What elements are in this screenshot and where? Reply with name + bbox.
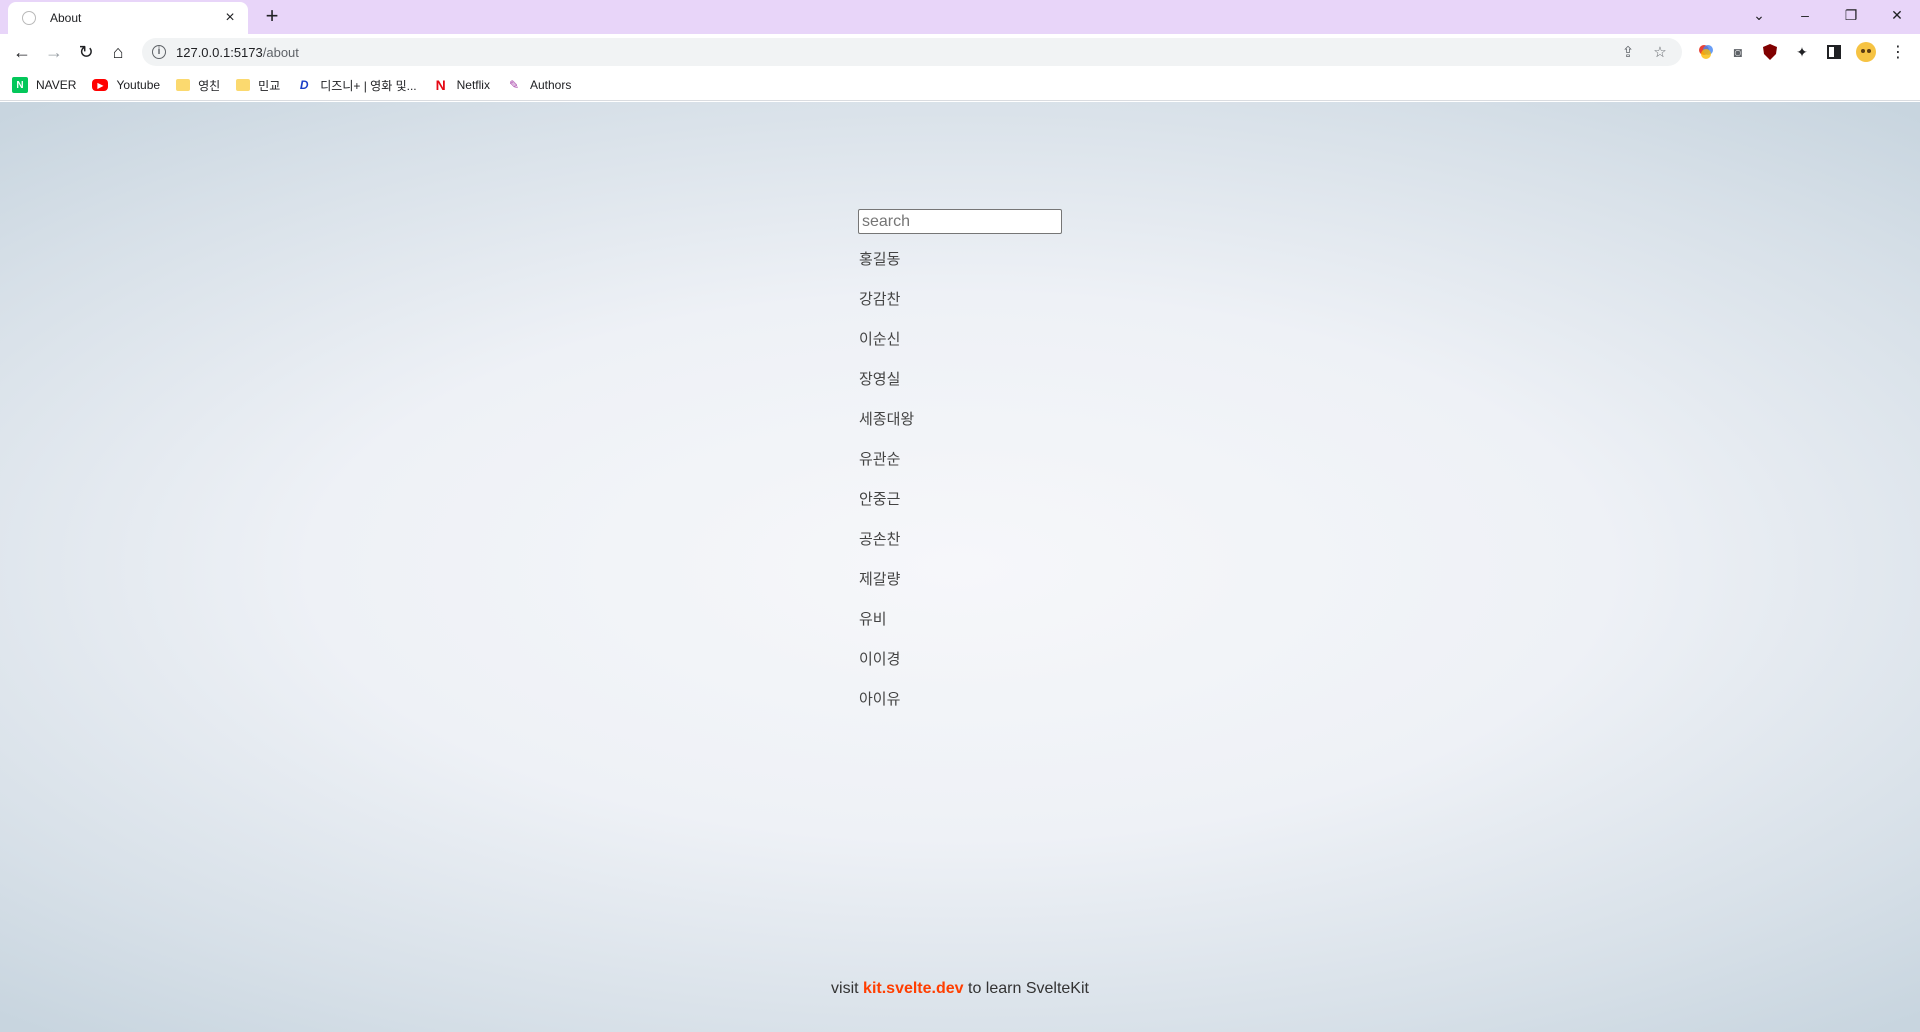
list-item: 유비 — [859, 610, 887, 628]
list-item: 강감찬 — [859, 290, 901, 308]
page-content: 홍길동 강감찬 이순신 장영실 세종대왕 유관순 안중근 공손찬 제갈량 유비 … — [0, 102, 1920, 1032]
ublock-icon[interactable] — [1760, 42, 1780, 62]
extensions-puzzle-icon[interactable]: ✦ — [1792, 42, 1812, 62]
list-item: 안중근 — [859, 490, 901, 508]
forward-button[interactable]: → — [40, 38, 68, 66]
bookmark-authors[interactable]: ✎ Authors — [506, 73, 571, 97]
svelte-kit-link[interactable]: kit.svelte.dev — [863, 980, 964, 997]
restore-button[interactable]: ❐ — [1828, 0, 1874, 30]
share-icon[interactable]: ⇪ — [1616, 40, 1640, 64]
globe-icon — [22, 11, 36, 25]
bookmark-naver[interactable]: N NAVER — [12, 73, 76, 97]
list-item: 유관순 — [859, 450, 901, 468]
close-window-button[interactable]: ✕ — [1874, 0, 1920, 30]
netflix-icon: N — [435, 77, 446, 93]
address-bar[interactable]: i 127.0.0.1:5173/about ⇪ ☆ — [142, 38, 1682, 66]
list-item: 이이경 — [859, 650, 901, 668]
list-item: 세종대왕 — [859, 410, 915, 428]
people-list: 홍길동 강감찬 이순신 장영실 세종대왕 유관순 안중근 공손찬 제갈량 유비 … — [859, 247, 914, 727]
bookmark-netflix[interactable]: N Netflix — [433, 73, 490, 97]
site-info-icon[interactable]: i — [152, 45, 166, 59]
bookmark-youtube[interactable]: ▶ Youtube — [92, 73, 160, 97]
list-item: 홍길동 — [859, 250, 901, 268]
disney-icon: D — [299, 78, 309, 92]
search-input[interactable] — [858, 209, 1062, 234]
tab-search-button[interactable]: ⌄ — [1736, 0, 1782, 30]
list-item: 공손찬 — [859, 530, 901, 548]
bookmark-folder-2[interactable]: 민교 — [236, 73, 280, 97]
folder-icon — [236, 79, 251, 91]
tab-close-icon[interactable]: × — [222, 10, 238, 26]
list-item: 아이유 — [859, 690, 901, 708]
bookmark-star-icon[interactable]: ☆ — [1648, 40, 1672, 64]
youtube-icon: ▶ — [92, 79, 109, 91]
list-item: 장영실 — [859, 370, 901, 388]
minimize-button[interactable]: – — [1782, 0, 1828, 30]
browser-toolbar: ← → ↻ ⌂ i 127.0.0.1:5173/about ⇪ ☆ ◙ ✦ ⋮ — [0, 34, 1920, 70]
list-item: 제갈량 — [859, 570, 901, 588]
bookmark-disney[interactable]: D 디즈니+ | 영화 및... — [296, 73, 417, 97]
url-text[interactable]: 127.0.0.1:5173/about — [176, 45, 1608, 60]
tab-strip: About × + ⌄ – ❐ ✕ — [0, 0, 1920, 34]
folder-icon — [176, 79, 191, 91]
list-item: 이순신 — [859, 330, 901, 348]
back-button[interactable]: ← — [8, 38, 36, 66]
extension-color-icon[interactable] — [1696, 42, 1716, 62]
browser-tab-about[interactable]: About × — [8, 2, 248, 34]
authors-icon: ✎ — [508, 78, 519, 92]
new-tab-button[interactable]: + — [260, 5, 284, 29]
menu-kebab-icon[interactable]: ⋮ — [1888, 42, 1908, 62]
bookmarks-bar: N NAVER ▶ Youtube 영친 민교 D 디즈니+ | 영화 및... NN… — [0, 70, 1920, 101]
naver-icon: N — [12, 77, 28, 93]
home-button[interactable]: ⌂ — [104, 38, 132, 66]
reload-button[interactable]: ↻ — [72, 38, 100, 66]
camera-icon[interactable]: ◙ — [1728, 42, 1748, 62]
side-panel-icon[interactable] — [1824, 42, 1844, 62]
tab-title: About — [50, 11, 82, 25]
profile-avatar-icon[interactable] — [1856, 42, 1876, 62]
footer: visit kit.svelte.dev to learn SvelteKit — [831, 980, 1089, 997]
bookmark-folder-1[interactable]: 영친 — [176, 73, 220, 97]
